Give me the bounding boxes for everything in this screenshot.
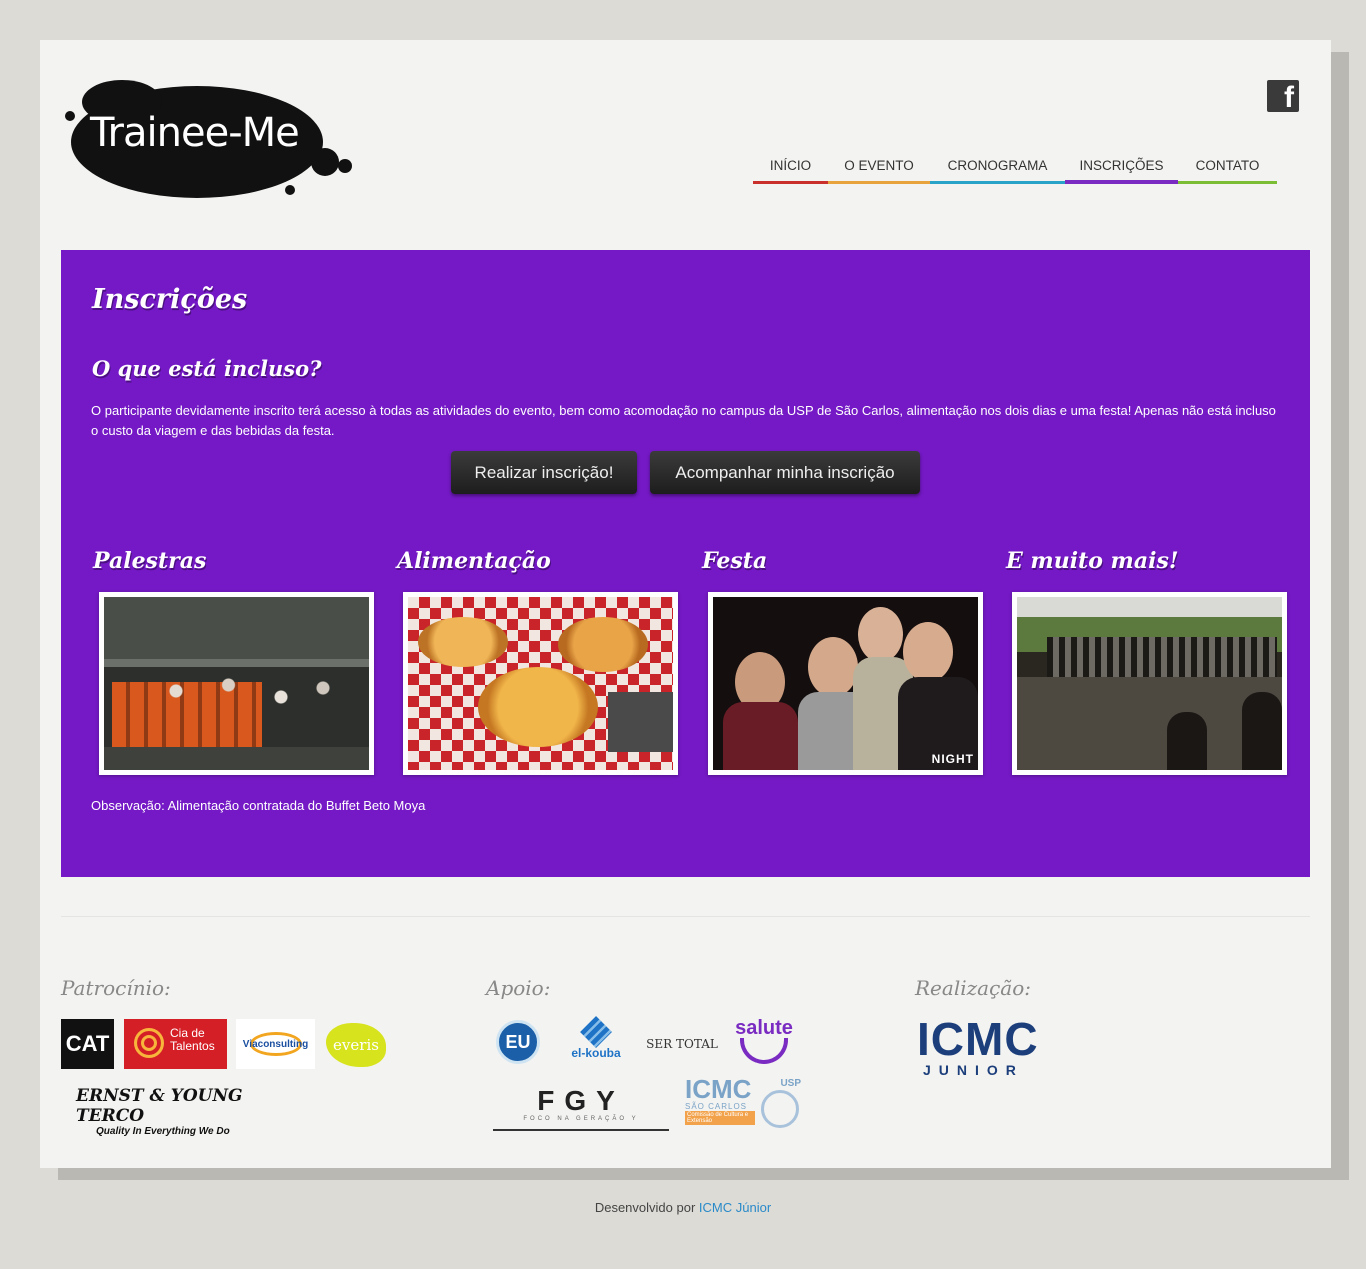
inscricoes-panel: Inscrições O que está incluso? O partici… — [61, 250, 1310, 877]
nav-item-contato[interactable]: CONTATO — [1178, 150, 1277, 184]
description-text: O participante devidamente inscrito terá… — [91, 403, 1276, 438]
photo-group-circle — [1017, 597, 1282, 770]
cia-talentos-swirl-icon — [134, 1028, 164, 1058]
section-subtitle: O que está incluso? — [92, 356, 322, 381]
el-kouba-cube-icon — [580, 1016, 612, 1048]
sponsor-cia-de-talentos-logo[interactable]: Cia de Talentos — [124, 1019, 227, 1069]
sponsor-viaconsulting-logo[interactable]: Viaconsulting — [236, 1019, 315, 1069]
sponsor-cat-logo[interactable]: CAT — [61, 1019, 114, 1069]
sponsor-icmc-cultura-logo[interactable]: ICMC SÃO CARLOS Comissão de Cultura e Ex… — [685, 1076, 803, 1132]
nav-item-inscricoes[interactable]: INSCRIÇÕES — [1065, 150, 1178, 184]
main-nav: INÍCIO O EVENTO CRONOGRAMA INSCRIÇÕES CO… — [753, 150, 1277, 184]
realizacao-title: Realização: — [915, 976, 1031, 1000]
footer-prefix: Desenvolvido por — [594, 1200, 696, 1215]
night-watermark: NIGHT — [931, 752, 974, 766]
feature-festa: Festa NIGHT — [702, 548, 988, 775]
usp-ring-icon — [761, 1090, 799, 1128]
register-button[interactable]: Realizar inscrição! — [451, 451, 637, 494]
feature-title: Alimentação — [397, 548, 551, 574]
icmc-junior-logo[interactable]: ICMC JUNIOR — [917, 1016, 1067, 1078]
logo-text: Trainee-Me — [90, 110, 300, 156]
sponsor-ernst-young-logo[interactable]: ERNST & YOUNG TERCO Quality In Everythin… — [76, 1086, 306, 1137]
feature-alimentacao: Alimentação — [397, 548, 683, 775]
feature-photo — [99, 592, 374, 775]
usp-logo: USP — [780, 1078, 801, 1089]
page-container: Trainee-Me f INÍCIO O EVENTO CRONOGRAMA … — [40, 40, 1331, 1168]
feature-e-muito-mais: E muito mais! — [1006, 548, 1292, 775]
sponsor-el-kouba-logo[interactable]: el-kouba — [560, 1016, 632, 1068]
nav-item-cronograma[interactable]: CRONOGRAMA — [930, 150, 1065, 184]
page-title: Inscrições — [92, 284, 248, 315]
feature-title: Palestras — [93, 548, 207, 574]
nav-item-o-evento[interactable]: O EVENTO — [828, 150, 930, 184]
photo-auditorium — [104, 597, 369, 770]
sponsor-ser-total-logo[interactable]: SER TOTAL — [642, 1028, 722, 1060]
apoio-title: Apoio: — [486, 976, 551, 1000]
feature-title: E muito mais! — [1006, 548, 1179, 574]
photo-pizza — [408, 597, 673, 770]
nav-item-inicio[interactable]: INÍCIO — [753, 150, 828, 184]
feature-photo — [1012, 592, 1287, 775]
track-registration-button[interactable]: Acompanhar minha inscrição — [650, 451, 920, 494]
sponsor-salute-logo[interactable]: salute — [729, 1018, 799, 1070]
feature-photo — [403, 592, 678, 775]
sponsor-everis-logo[interactable]: everis — [326, 1023, 386, 1067]
feature-palestras: Palestras — [93, 548, 379, 775]
section-divider — [61, 916, 1310, 917]
site-footer: Desenvolvido por ICMC Júnior — [0, 1200, 1366, 1215]
facebook-icon[interactable]: f — [1267, 80, 1299, 114]
site-logo[interactable]: Trainee-Me — [62, 74, 352, 204]
patrocinio-title: Patrocínio: — [61, 976, 171, 1000]
salute-smile-icon — [740, 1038, 788, 1064]
feature-title: Festa — [702, 548, 768, 574]
footer-link-icmc-junior[interactable]: ICMC Júnior — [699, 1200, 771, 1215]
photo-party: NIGHT — [713, 597, 978, 770]
feature-photo: NIGHT — [708, 592, 983, 775]
sponsor-fgy-logo[interactable]: FGY FOCO NA GERAÇÃO Y — [493, 1086, 669, 1131]
buffet-note: Observação: Alimentação contratada do Bu… — [91, 798, 426, 813]
sponsor-eu-logo[interactable]: EU — [496, 1020, 540, 1064]
